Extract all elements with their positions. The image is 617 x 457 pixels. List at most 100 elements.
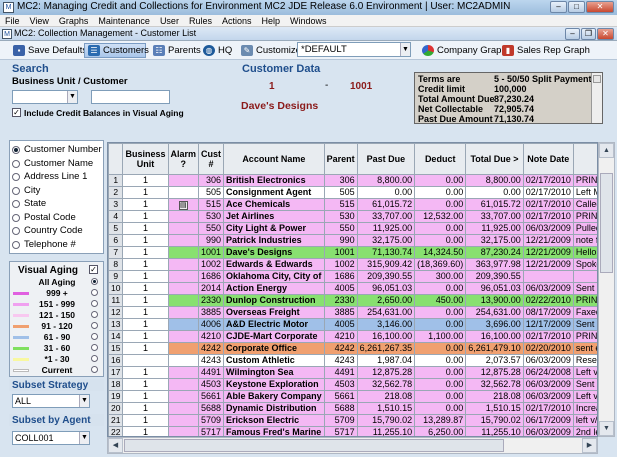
grid-header[interactable]: Alarm ? xyxy=(167,143,200,175)
menu-item-user[interactable]: User xyxy=(155,15,184,27)
scroll-left-icon[interactable]: ◀ xyxy=(108,438,123,453)
layout-dropdown[interactable]: *DEFAULT ▼ xyxy=(297,42,411,57)
scroll-up-icon[interactable]: ▲ xyxy=(599,143,614,158)
grid-vertical-scrollbar[interactable]: ▲ ▼ xyxy=(598,142,615,437)
table-row[interactable]: 12 1 3885 Overseas Freight 3885 254,631.00 0.0… xyxy=(108,306,597,319)
customers-button[interactable]: ☰ Customers xyxy=(84,43,149,58)
search-by-radio[interactable]: Postal Code xyxy=(10,211,76,224)
search-by-radio[interactable]: Telephone # xyxy=(10,238,76,251)
customer-input[interactable] xyxy=(91,90,170,104)
table-row[interactable]: 18 1 4503 Keystone Exploration 4503 32,562.78… xyxy=(108,378,597,391)
grid-header[interactable]: Note Date xyxy=(522,143,574,175)
aging-radio[interactable] xyxy=(91,300,98,307)
grid-header[interactable] xyxy=(108,143,124,175)
terms-scrollbar[interactable] xyxy=(591,73,602,123)
grid-hscroll-thumb[interactable] xyxy=(124,439,504,452)
customize-button[interactable]: ✎ Customize xyxy=(237,43,301,58)
search-by-radio[interactable]: State xyxy=(10,197,46,210)
grid-cell-ded: 0.00 xyxy=(414,318,467,331)
table-row[interactable]: 2 1 505 Consignment Agent 505 0.00 0.00 0.00 02/… xyxy=(108,186,597,199)
aging-radio[interactable] xyxy=(91,344,98,351)
grid-cell-cust: 4006 xyxy=(198,318,225,331)
aging-radio[interactable] xyxy=(91,289,98,296)
table-row[interactable]: 19 1 5661 Able Bakery Company 5661 218.08 0.00… xyxy=(108,390,597,403)
menu-item-graphs[interactable]: Graphs xyxy=(54,15,94,27)
business-unit-dropdown[interactable]: ▼ xyxy=(12,90,78,104)
grid-header[interactable]: Cust # xyxy=(198,143,225,175)
search-by-radio[interactable]: Customer Name xyxy=(10,157,93,170)
subset-strategy-dropdown[interactable]: ALL ▼ xyxy=(12,394,90,408)
visual-aging-checkbox[interactable]: ✓ xyxy=(89,265,98,274)
grid-header[interactable]: Note xyxy=(572,143,597,175)
menu-item-help[interactable]: Help xyxy=(256,15,285,27)
grid-header[interactable]: Parent xyxy=(323,143,358,175)
sales-rep-graph-button[interactable]: ▮ Sales Rep Graph xyxy=(498,43,590,58)
grid-horizontal-scrollbar[interactable]: ◀ ▶ xyxy=(107,437,598,454)
search-by-radio[interactable]: Customer Number xyxy=(10,143,102,156)
grid-header[interactable]: Business Unit xyxy=(122,143,169,175)
terms-scroll-thumb[interactable] xyxy=(593,75,601,83)
grid-header[interactable]: Deduct xyxy=(414,143,467,175)
grid-header[interactable]: Past Due xyxy=(356,143,416,175)
table-row[interactable]: 6 1 990 Patrick Industries 990 32,175.00 0.00 3… xyxy=(108,234,597,247)
table-row[interactable]: 1 1 306 British Electronics 306 8,800.00 0.00 8… xyxy=(108,174,597,187)
grid-cell-note: Left Message xyxy=(572,186,597,199)
table-row[interactable]: 16 4243 Custom Athletic 4243 1,987.04 0.00 2,0… xyxy=(108,354,597,367)
aging-radio[interactable] xyxy=(91,333,98,340)
save-defaults-button[interactable]: ▪ Save Defaults xyxy=(9,43,87,58)
grid-cell-name: Overseas Freight xyxy=(223,306,325,319)
app-icon: M xyxy=(3,2,14,13)
menu-item-maintenance[interactable]: Maintenance xyxy=(93,15,155,27)
grid-vscroll-thumb[interactable] xyxy=(600,173,613,273)
table-row[interactable]: 4 1 530 Jet Airlines 530 33,707.00 12,532.00 33… xyxy=(108,210,597,223)
aging-radio[interactable] xyxy=(91,355,98,362)
menu-item-file[interactable]: File xyxy=(0,15,25,27)
grid-cell-cust: 990 xyxy=(198,234,225,247)
table-row[interactable]: 3 1 ▤ 515 Ace Chemicals 515 61,015.72 0.00 61,01… xyxy=(108,198,597,211)
table-row[interactable]: 11 1 2330 Dunlop Construction 2330 2,650.00 45… xyxy=(108,294,597,307)
table-row[interactable]: 22 1 5717 Famous Fred's Marine 5717 11,255.10… xyxy=(108,426,597,436)
menu-item-windows[interactable]: Windows xyxy=(285,15,332,27)
grid-header[interactable]: Account Name xyxy=(223,143,325,175)
table-row[interactable]: 14 1 4210 CJDE-Mart Corporate 4210 16,100.00 1… xyxy=(108,330,597,343)
hq-button[interactable]: ◍ HQ xyxy=(199,43,232,58)
search-by-radio[interactable]: Address Line 1 xyxy=(10,170,87,183)
table-row[interactable]: 8 1 1002 Edwards & Edwards 1002 315,909.42 (18… xyxy=(108,258,597,271)
scroll-down-icon[interactable]: ▼ xyxy=(599,421,614,436)
table-row[interactable]: 7 1 1001 Dave's Designs 1001 71,130.74 14,324.… xyxy=(108,246,597,259)
menu-item-view[interactable]: View xyxy=(25,15,54,27)
aging-radio[interactable] xyxy=(91,278,98,285)
minimize-button[interactable]: – xyxy=(550,1,567,13)
table-row[interactable]: 9 1 1686 Oklahoma City, City of 1686 209,390.… xyxy=(108,270,597,283)
table-row[interactable]: 5 1 550 City Light & Power 550 11,925.00 0.00 1… xyxy=(108,222,597,235)
search-by-radio[interactable]: Country Code xyxy=(10,224,83,237)
parents-button[interactable]: ☷ Parents xyxy=(149,43,201,58)
search-by-radio[interactable]: City xyxy=(10,184,40,197)
grid-cell-cust: 2014 xyxy=(198,282,225,295)
grid-cell-ded: 0.00 xyxy=(414,222,467,235)
credit-balances-checkbox[interactable]: ✓ xyxy=(12,108,21,117)
table-row[interactable]: 20 1 5688 Dynamic Distribution 5688 1,510.15 0… xyxy=(108,402,597,415)
child-minimize-button[interactable]: – xyxy=(565,28,580,40)
menu-item-rules[interactable]: Rules xyxy=(184,15,217,27)
grid-cell-cust: 3885 xyxy=(198,306,225,319)
grid-cell-bu: 1 xyxy=(122,402,169,415)
table-row[interactable]: 21 1 5709 Erickson Electric 5709 15,790.02 13,… xyxy=(108,414,597,427)
menu-item-actions[interactable]: Actions xyxy=(217,15,257,27)
table-row[interactable]: 15 1 4242 Corporate Office 4242 6,261,267.35 0… xyxy=(108,342,597,355)
table-row[interactable]: 10 1 2014 Action Energy 4005 96,051.03 0.00 96,… xyxy=(108,282,597,295)
child-restore-button[interactable]: ❐ xyxy=(581,28,596,40)
table-row[interactable]: 13 1 4006 A&D Electric Motor 4005 3,146.00 0.0… xyxy=(108,318,597,331)
aging-radio[interactable] xyxy=(91,322,98,329)
subset-strategy-value: ALL xyxy=(15,396,32,406)
close-button[interactable]: ✕ xyxy=(586,1,614,13)
aging-radio[interactable] xyxy=(91,366,98,373)
grid-header[interactable]: Total Due > xyxy=(465,143,524,175)
scroll-right-icon[interactable]: ▶ xyxy=(582,438,597,453)
maximize-button[interactable]: □ xyxy=(568,1,585,13)
child-close-button[interactable]: ✕ xyxy=(597,28,614,40)
aging-radio[interactable] xyxy=(91,311,98,318)
subset-agent-dropdown[interactable]: COLL001 ▼ xyxy=(12,431,90,445)
company-graph-button[interactable]: Company Graph xyxy=(418,43,507,58)
table-row[interactable]: 17 1 4491 Wilmington Sea 4491 12,875.28 0.00 12… xyxy=(108,366,597,379)
